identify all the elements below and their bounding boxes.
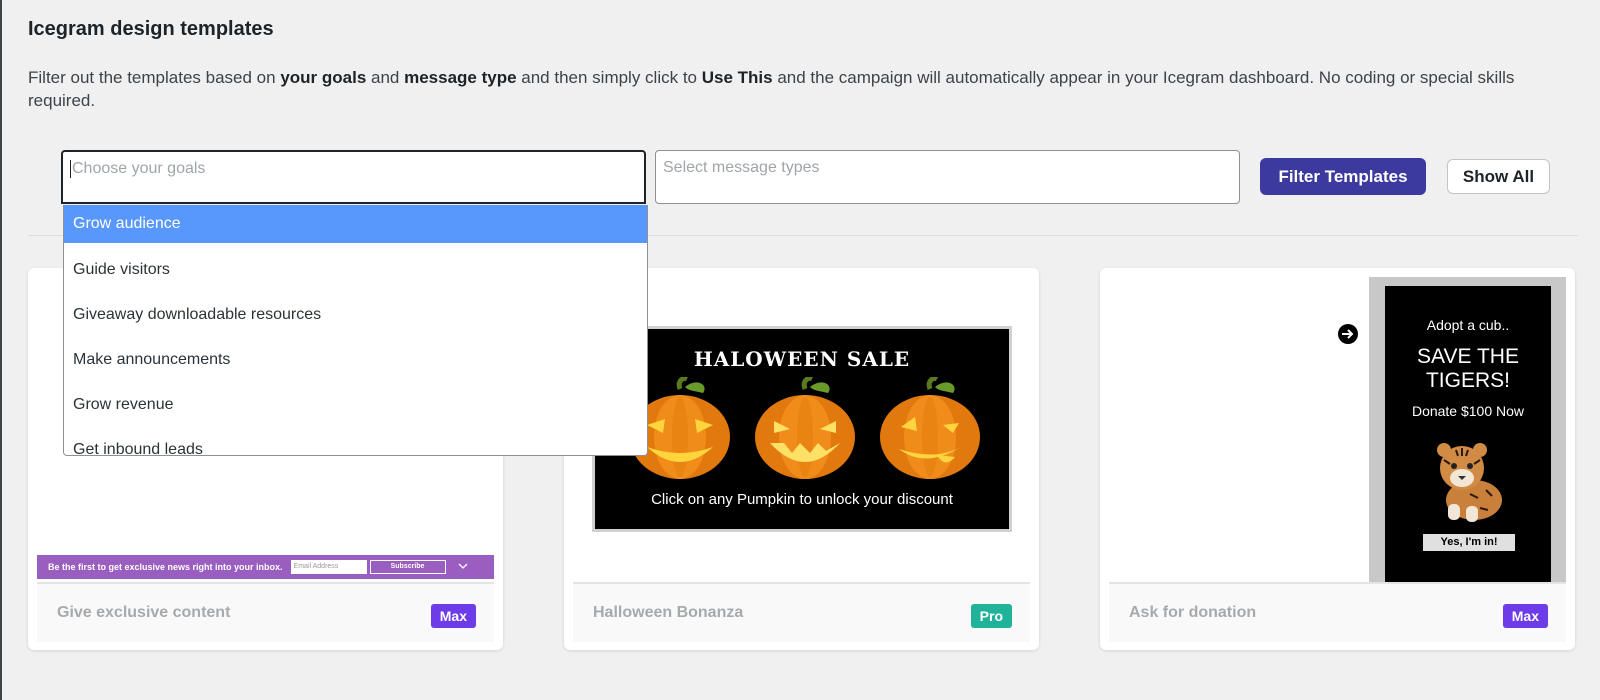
template-name: Give exclusive content <box>57 604 231 621</box>
filter-templates-button[interactable]: Filter Templates <box>1260 158 1426 195</box>
optin-bar-text: Be the first to get exclusive news right… <box>48 562 283 572</box>
goal-option-guide-visitors[interactable]: Guide visitors <box>64 250 647 295</box>
donation-yes-button: Yes, I'm in! <box>1423 534 1515 551</box>
text-cursor <box>70 160 71 178</box>
goals-select-input[interactable]: Choose your goals <box>61 150 646 204</box>
template-card-ask-for-donation[interactable]: Adopt a cub.. SAVE THE TIGERS! Donate $1… <box>1100 268 1575 650</box>
template-name: Halloween Bonanza <box>593 604 744 621</box>
halloween-sale-preview: HALOWEEN SALE Click on any Pumpkin to un… <box>592 326 1012 532</box>
donation-panel: Adopt a cub.. SAVE THE TIGERS! Donate $1… <box>1385 286 1551 582</box>
plan-badge: Pro <box>970 604 1012 628</box>
intro-part: and <box>366 68 405 87</box>
goal-option-make-announcements[interactable]: Make announcements <box>64 340 647 385</box>
halloween-caption: Click on any Pumpkin to unlock your disc… <box>651 491 953 508</box>
goals-placeholder: Choose your goals <box>72 160 206 178</box>
message-types-placeholder: Select message types <box>663 159 820 176</box>
arrow-right-circle-icon[interactable] <box>1337 323 1359 345</box>
donation-subtitle: Adopt a cub.. <box>1426 317 1510 333</box>
optin-bar-preview: Be the first to get exclusive news right… <box>37 555 494 579</box>
card-footer: Ask for donation Max <box>1109 582 1566 642</box>
intro-use-this: Use This <box>701 68 773 87</box>
pumpkin-icon[interactable] <box>875 377 985 487</box>
tiger-cub-icon <box>1437 443 1502 522</box>
intro-message-type: message type <box>404 68 517 87</box>
page-title: Icegram design templates <box>28 18 274 40</box>
donation-amount: Donate $100 Now <box>1411 403 1525 419</box>
plan-badge: Max <box>430 604 476 628</box>
donation-sidebar-preview: Adopt a cub.. SAVE THE TIGERS! Donate $1… <box>1369 277 1566 582</box>
card-footer: Halloween Bonanza Pro <box>573 582 1030 642</box>
intro-goals: your goals <box>280 68 367 87</box>
halloween-title: HALOWEEN SALE <box>693 347 911 371</box>
message-types-select-input[interactable]: Select message types <box>655 150 1240 204</box>
goals-dropdown-list[interactable]: Grow audience Guide visitors Giveaway do… <box>63 205 648 456</box>
goal-option-giveaway-resources[interactable]: Giveaway downloadable resources <box>64 295 647 340</box>
optin-subscribe-button: Subscribe <box>369 560 446 574</box>
optin-email-field: Email Address <box>290 560 367 574</box>
plan-badge: Max <box>1502 604 1548 628</box>
template-name: Ask for donation <box>1129 604 1257 621</box>
chevron-down-icon <box>458 562 468 572</box>
donation-headline: SAVE THE TIGERS! <box>1417 345 1519 392</box>
goal-option-get-inbound-leads[interactable]: Get inbound leads <box>64 430 647 455</box>
admin-sidebar-edge <box>0 0 2 700</box>
goal-option-grow-audience[interactable]: Grow audience <box>64 205 647 243</box>
template-preview: Adopt a cub.. SAVE THE TIGERS! Donate $1… <box>1109 277 1566 582</box>
intro-part: and then simply click to <box>516 68 702 87</box>
intro-text: Filter out the templates based on your g… <box>28 66 1578 112</box>
show-all-button[interactable]: Show All <box>1447 159 1550 194</box>
intro-part: Filter out the templates based on <box>28 68 281 87</box>
card-footer: Give exclusive content Max <box>37 582 494 642</box>
pumpkin-icon[interactable] <box>750 377 860 487</box>
goal-option-grow-revenue[interactable]: Grow revenue <box>64 385 647 430</box>
